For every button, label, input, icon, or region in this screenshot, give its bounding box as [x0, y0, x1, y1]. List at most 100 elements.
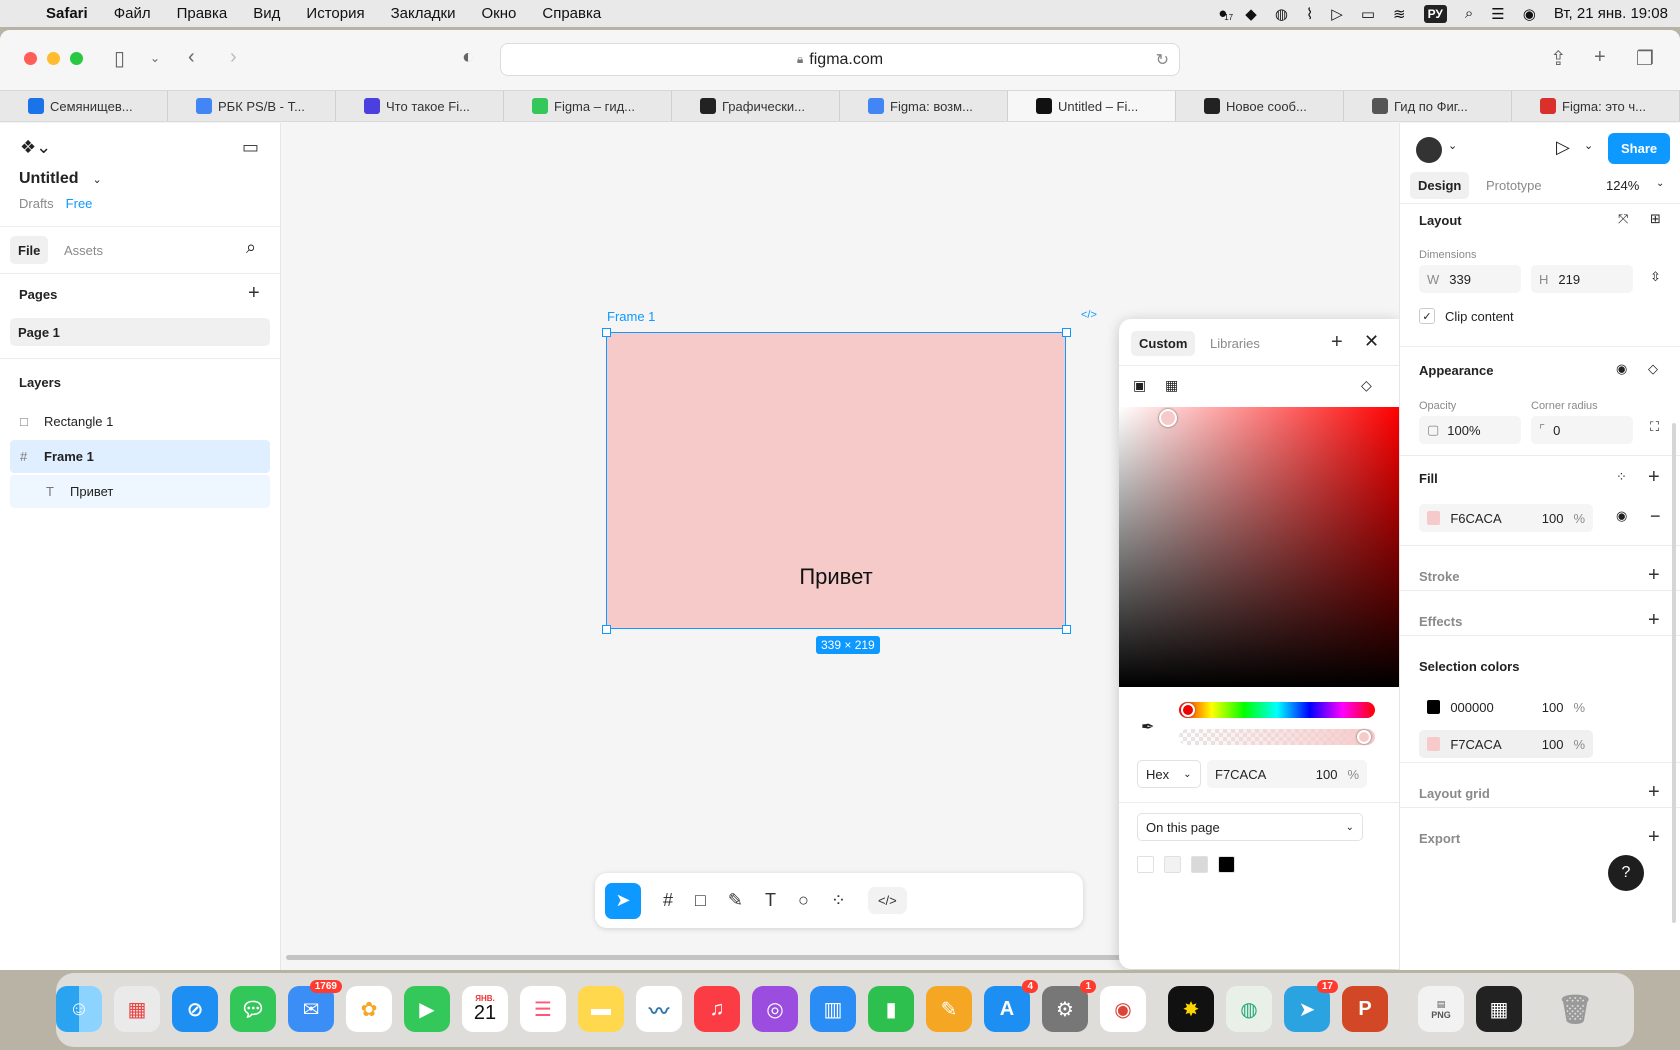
selection-color-swatch[interactable] [1427, 700, 1441, 714]
menu-app-name[interactable]: Safari [33, 5, 101, 22]
app-store-icon[interactable]: A4 [984, 980, 1038, 1032]
finder-icon[interactable]: ☺ [56, 986, 102, 1032]
pages-icon[interactable]: ✎ [926, 986, 972, 1032]
opacity-handle[interactable] [1357, 730, 1371, 744]
file-name[interactable]: Untitled [19, 170, 79, 188]
dev-mode-icon[interactable]: </> [867, 887, 907, 914]
tab-file[interactable]: File [10, 236, 49, 264]
text-tool-icon[interactable]: T [765, 890, 776, 911]
document-color-swatch[interactable] [1164, 856, 1181, 873]
color-format-select[interactable]: Hex ⌄ [1137, 760, 1201, 788]
numbers-icon[interactable]: ▮ [868, 986, 914, 1032]
panel-toggle-icon[interactable]: ▭ [242, 137, 259, 158]
width-input[interactable]: W 339 [1419, 265, 1521, 293]
menu-help[interactable]: Справка [529, 5, 614, 22]
add-layout-grid-icon[interactable]: + [1648, 782, 1660, 802]
new-tab-icon[interactable]: + [1594, 46, 1606, 69]
drop-icon[interactable]: ◇ [1648, 361, 1658, 377]
style-icon[interactable]: ⁘ [1616, 469, 1627, 485]
music-icon[interactable]: ♫ [694, 986, 740, 1032]
hue-slider[interactable] [1179, 702, 1375, 718]
chevron-down-icon[interactable]: ⌄ [150, 51, 160, 65]
fill-swatch[interactable] [1427, 511, 1441, 525]
browser-tab[interactable]: Untitled – Fi... [1008, 91, 1176, 121]
handle-tr[interactable] [1062, 328, 1071, 337]
menu-history[interactable]: История [293, 5, 377, 22]
picker-opacity-value[interactable]: 100 [1316, 767, 1338, 782]
browser-tab[interactable]: Figma: возм... [840, 91, 1008, 121]
menu-bookmarks[interactable]: Закладки [378, 5, 469, 22]
move-tool-icon[interactable]: ➤ [605, 882, 641, 919]
status-badge-icon[interactable]: ● 17 [1218, 5, 1233, 22]
avatar[interactable] [1416, 137, 1442, 163]
chevron-down-icon[interactable]: ⌄ [1448, 139, 1457, 152]
drafts-label[interactable]: Drafts [19, 196, 54, 211]
close-icon[interactable]: ✕ [1364, 331, 1379, 352]
add-page-icon[interactable]: + [248, 283, 260, 303]
tab-assets[interactable]: Assets [64, 243, 103, 258]
safari-icon[interactable]: ⊘ [172, 986, 218, 1032]
hex-input[interactable]: F7CACA 100 % [1207, 760, 1367, 788]
shape-tool-icon[interactable]: □ [695, 890, 706, 911]
reminders-icon[interactable]: ☰ [520, 986, 566, 1032]
messages-icon[interactable]: 💬︎ [230, 986, 276, 1032]
scope-select[interactable]: On this page ⌄ [1137, 813, 1363, 841]
browser-tab[interactable]: РБК PS/B - Т... [168, 91, 336, 121]
diamond-icon[interactable]: ◆ [1245, 5, 1257, 23]
control-center-icon[interactable]: ☰ [1491, 5, 1504, 23]
frame-tool-icon[interactable]: # [663, 890, 673, 911]
menu-file[interactable]: Файл [101, 5, 164, 22]
right-panel-scrollbar[interactable] [1672, 423, 1676, 923]
browser-tab[interactable]: Figma: это ч... [1512, 91, 1680, 121]
constrain-proportions-icon[interactable]: ⇳ [1650, 269, 1661, 285]
zoom-level[interactable]: 124% [1606, 178, 1639, 193]
add-fill-icon[interactable]: + [1648, 467, 1660, 487]
url-bar[interactable]: 🔒︎ figma.com ↻ [500, 43, 1180, 76]
frame-text[interactable]: Привет [799, 564, 872, 590]
file-name-chevron-icon[interactable]: ⌄ [93, 173, 102, 186]
layer-row[interactable]: □ Rectangle 1 [10, 405, 270, 438]
notes-icon[interactable]: ▬ [578, 986, 624, 1032]
figma-menu-icon[interactable]: ❖⌄ [20, 137, 51, 158]
privacy-shield-icon[interactable]: ◐ [462, 46, 474, 69]
help-button[interactable]: ? [1608, 855, 1644, 891]
add-swatch-icon[interactable]: + [1331, 332, 1343, 352]
hue-handle[interactable] [1181, 703, 1195, 717]
figma-canvas[interactable]: Frame 1 </> Привет 339 × 219 ➤ # □ ✎ T ○… [281, 123, 1399, 970]
comment-tool-icon[interactable]: ○ [798, 890, 809, 911]
selection-color-row[interactable]: F7CACA 100% [1419, 730, 1593, 758]
frame-1[interactable]: Привет [606, 332, 1066, 629]
search-icon[interactable]: ⌕ [246, 237, 256, 258]
telegram-icon[interactable]: ➤ 17 [1284, 980, 1338, 1032]
input-source[interactable]: РУ [1423, 4, 1447, 23]
auto-layout-icon[interactable]: ⊞ [1650, 211, 1661, 227]
browser-tab[interactable]: Новое сооб... [1176, 91, 1344, 121]
menu-window[interactable]: Окно [469, 5, 530, 22]
menu-edit[interactable]: Правка [164, 5, 241, 22]
present-icon[interactable]: ▷ [1556, 137, 1570, 158]
solid-fill-icon[interactable]: ▣ [1133, 377, 1146, 394]
saturation-cursor[interactable] [1159, 409, 1177, 427]
airpods-icon[interactable]: ⌇ [1306, 5, 1313, 23]
document-color-swatch[interactable] [1137, 856, 1154, 873]
tab-overview-icon[interactable]: ❐ [1636, 46, 1654, 71]
browser-tab[interactable]: Гид по Фиг... [1344, 91, 1512, 121]
eyedropper-icon[interactable]: ✒︎ [1141, 717, 1154, 737]
independent-corners-icon[interactable]: ⛶ [1650, 419, 1659, 435]
wifi-icon[interactable]: ≋ [1393, 5, 1406, 23]
facetime-icon[interactable]: ▶ [404, 986, 450, 1032]
plan-label[interactable]: Free [66, 196, 93, 211]
launchpad-icon[interactable]: ▦ [114, 986, 160, 1032]
calendar-icon[interactable]: ЯНВ. 21 [462, 986, 508, 1032]
layer-row[interactable]: T Привет [10, 475, 270, 508]
globe-icon[interactable]: ◍ [1275, 5, 1288, 23]
remove-fill-icon[interactable]: − [1650, 506, 1661, 527]
gradient-fill-icon[interactable]: ▦ [1165, 377, 1178, 394]
tab-design[interactable]: Design [1410, 172, 1470, 199]
resize-to-fit-icon[interactable]: ⤧ [1618, 211, 1628, 227]
layer-row[interactable]: # Frame 1 [10, 440, 270, 473]
share-button[interactable]: Share [1608, 133, 1671, 164]
browser-tab[interactable]: Что такое Fi... [336, 91, 504, 121]
siri-icon[interactable]: ◉ [1523, 5, 1536, 23]
actions-tool-icon[interactable]: ⁘ [831, 890, 846, 911]
